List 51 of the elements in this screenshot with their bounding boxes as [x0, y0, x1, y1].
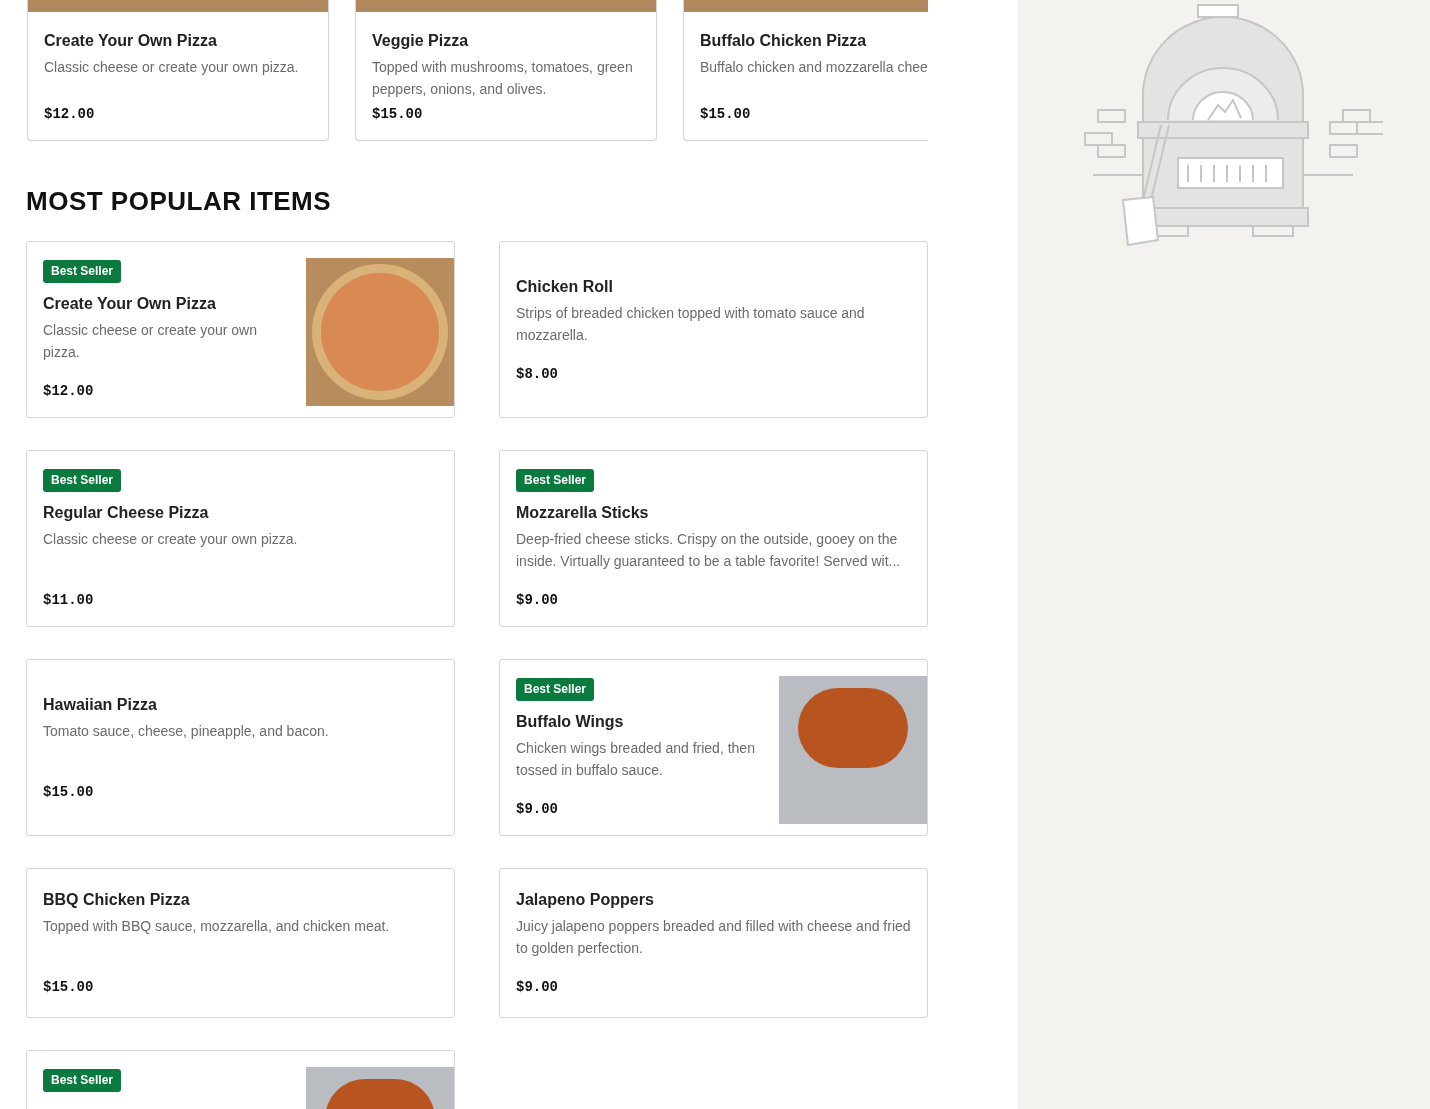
menu-item-card[interactable]: Chicken Roll Strips of breaded chicken topped with tomato sauce and mozzarella. $8.00	[499, 241, 928, 418]
section-heading: MOST POPULAR ITEMS	[26, 185, 333, 217]
item-description: Deep-fried cheese sticks. Crispy on the outside, gooey on the inside. Virtually guaranteed to be a table favorite! Served wit...	[516, 530, 902, 571]
item-title: Veggie Pizza	[372, 31, 470, 51]
item-description: Classic cheese or create your own pizza.	[44, 58, 300, 77]
item-description: Tomato sauce, cheese, pineapple, and bacon.	[43, 721, 330, 741]
item-description: Topped with mushrooms, tomatoes, green peppers, onions, and olives.	[372, 58, 634, 99]
item-price: $12.00	[44, 105, 96, 124]
item-price: $9.00	[516, 800, 559, 819]
item-description: Juicy jalapeno poppers breaded and filled with cheese and fried to golden perfection.	[516, 917, 911, 958]
menu-item-card[interactable]: BBQ Chicken Pizza Topped with BBQ sauce, mozzarella, and chicken meat. $15.00	[26, 868, 455, 1018]
item-title: Mozzarella Sticks	[516, 503, 650, 523]
item-description: Strips of breaded chicken topped with tomato sauce and mozzarella.	[516, 303, 866, 345]
best-seller-badge: Best Seller	[43, 1069, 122, 1092]
item-title: Buffalo Chicken Pizza	[700, 31, 868, 51]
item-price: $15.00	[43, 978, 95, 997]
item-price: $9.00	[516, 591, 559, 610]
menu-item-card[interactable]: Best Seller	[26, 1050, 455, 1109]
item-title: Create Your Own Pizza	[43, 294, 217, 314]
carousel-item-card[interactable]: Buffalo Chicken Pizza Buffalo chicken and mozzarella chee $15.00	[683, 0, 928, 141]
item-price: $8.00	[516, 364, 559, 384]
item-title: Jalapeno Poppers	[516, 890, 655, 910]
best-seller-badge: Best Seller	[516, 678, 595, 701]
menu-item-card[interactable]: Hawaiian Pizza Tomato sauce, cheese, pineapple, and bacon. $15.00	[26, 659, 455, 836]
carousel-item-card[interactable]: Veggie Pizza Topped with mushrooms, tomatoes, green peppers, onions, and olives. $15.00	[355, 0, 657, 141]
item-price: $15.00	[700, 105, 752, 124]
item-price: $15.00	[43, 782, 95, 802]
item-price: $12.00	[43, 382, 95, 401]
carousel-item-card[interactable]: Create Your Own Pizza Classic cheese or create your own pizza. $12.00	[27, 0, 329, 141]
item-price: $9.00	[516, 978, 559, 997]
item-description: Chicken wings breaded and fried, then tossed in buffalo sauce.	[516, 739, 756, 780]
best-seller-badge: Best Seller	[43, 260, 122, 283]
menu-item-card[interactable]: Jalapeno Poppers Juicy jalapeno poppers breaded and filled with cheese and fried to golden perfection. $9.00	[499, 868, 928, 1018]
best-seller-badge: Best Seller	[516, 469, 595, 492]
menu-item-card[interactable]: Best Seller Mozzarella Sticks Deep-fried cheese sticks. Crispy on the outside, gooey on the inside. Virtually guaranteed to be a table favorite! Served wit... $9.00	[499, 450, 928, 627]
item-title: Buffalo Wings	[516, 712, 625, 732]
item-title: Hawaiian Pizza	[43, 694, 158, 715]
item-title: Create Your Own Pizza	[44, 31, 218, 51]
menu-item-card[interactable]: Best Seller Create Your Own Pizza Classic cheese or create your own pizza. $12.00	[26, 241, 455, 418]
item-description: Classic cheese or create your own pizza.	[43, 530, 299, 549]
item-title: BBQ Chicken Pizza	[43, 890, 191, 910]
best-seller-badge: Best Seller	[43, 469, 122, 492]
item-price: $15.00	[372, 105, 424, 124]
menu-item-card[interactable]: Best Seller Regular Cheese Pizza Classic cheese or create your own pizza. $11.00	[26, 450, 455, 627]
item-description: Buffalo chicken and mozzarella chee	[700, 58, 928, 77]
menu-item-card[interactable]: Best Seller Buffalo Wings Chicken wings breaded and fried, then tossed in buffalo sauce. $9.00	[499, 659, 928, 836]
item-title: Chicken Roll	[516, 276, 614, 297]
item-description: Classic cheese or create your own pizza.	[43, 321, 258, 362]
item-price: $11.00	[43, 591, 95, 610]
item-description: Topped with BBQ sauce, mozzarella, and chicken meat.	[43, 917, 391, 936]
item-title: Regular Cheese Pizza	[43, 503, 210, 523]
